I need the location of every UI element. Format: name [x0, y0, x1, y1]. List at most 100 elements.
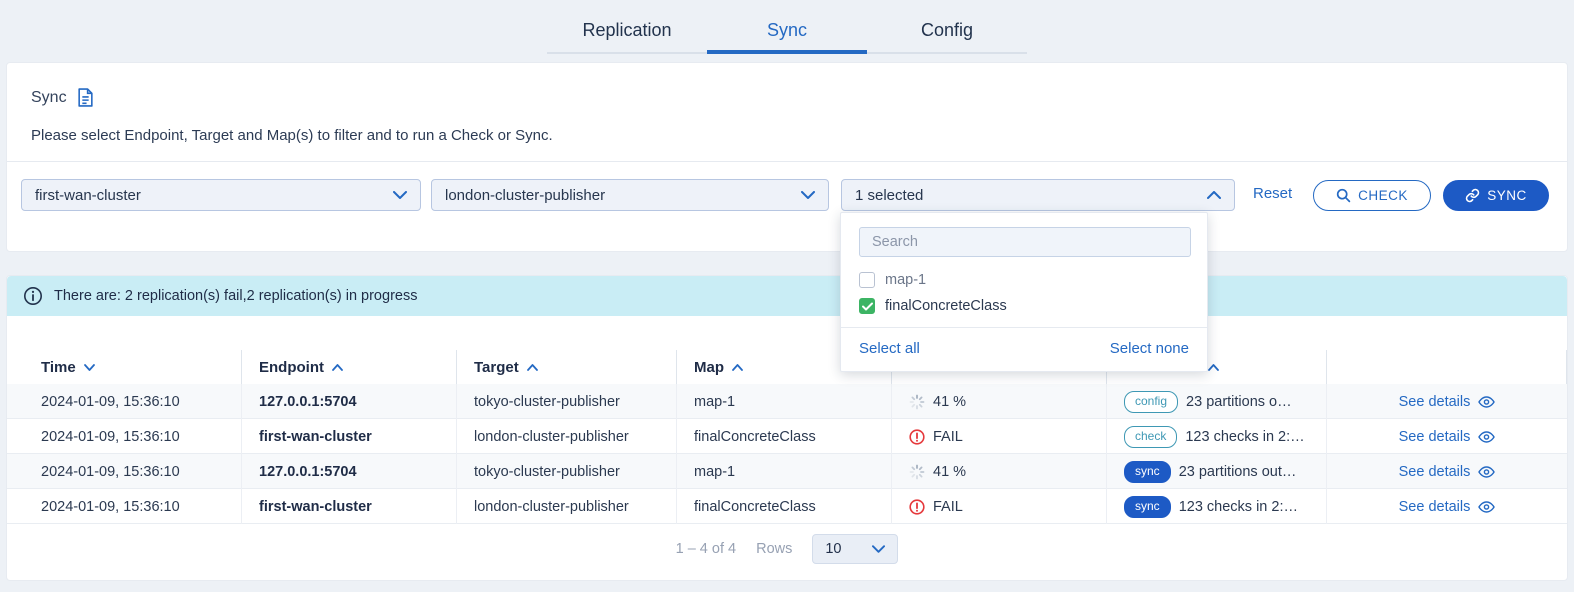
map-value: map-1: [694, 464, 735, 480]
header-target[interactable]: Target: [456, 350, 676, 384]
target-select[interactable]: london-cluster-publisher: [431, 179, 829, 211]
tab-replication[interactable]: Replication: [547, 10, 707, 54]
result-message: 123 checks in 2:…: [1185, 429, 1304, 445]
cell-details: See details: [1326, 489, 1567, 524]
cell-map: map-1: [676, 454, 891, 489]
status-badge: sync: [1124, 461, 1171, 483]
eye-icon: [1478, 466, 1495, 478]
cell-endpoint: first-wan-cluster: [241, 489, 456, 524]
cell-result: sync 23 partitions out…: [1106, 454, 1326, 489]
cell-endpoint: 127.0.0.1:5704: [241, 454, 456, 489]
select-none-button[interactable]: Select none: [1110, 340, 1189, 357]
cell-endpoint: 127.0.0.1:5704: [241, 384, 456, 419]
eye-icon: [1478, 396, 1495, 408]
header-endpoint-label: Endpoint: [259, 359, 324, 376]
reset-button[interactable]: Reset: [1253, 185, 1292, 202]
pagination: 1 – 4 of 4 Rows 10: [7, 532, 1567, 566]
tab-sync[interactable]: Sync: [707, 10, 867, 54]
status-value: 41 %: [933, 464, 966, 480]
time-value: 2024-01-09, 15:36:10: [41, 394, 180, 410]
check-button[interactable]: CHECK: [1313, 180, 1431, 211]
cell-result: check 123 checks in 2:…: [1106, 419, 1326, 454]
header-time-label: Time: [41, 359, 76, 376]
cell-status: 41 %: [891, 454, 1106, 489]
cell-time: 2024-01-09, 15:36:10: [7, 384, 241, 419]
cell-map: finalConcreteClass: [676, 489, 891, 524]
cell-details: See details: [1326, 384, 1567, 419]
cell-details: See details: [1326, 419, 1567, 454]
status-value: FAIL: [933, 499, 963, 515]
fail-icon: [909, 429, 925, 445]
see-details-link[interactable]: See details: [1399, 429, 1496, 445]
time-value: 2024-01-09, 15:36:10: [41, 499, 180, 515]
status-badge: check: [1124, 426, 1177, 448]
status-badge: config: [1124, 391, 1178, 413]
select-all-button[interactable]: Select all: [859, 340, 920, 357]
see-details-link[interactable]: See details: [1399, 464, 1496, 480]
sort-asc-icon: [527, 364, 538, 371]
endpoint-select[interactable]: first-wan-cluster: [21, 179, 421, 211]
cell-target: tokyo-cluster-publisher: [456, 454, 676, 489]
map-popup-footer: Select all Select none: [841, 327, 1207, 371]
map-option-finalconcreteclass[interactable]: finalConcreteClass: [841, 293, 1207, 319]
divider: [7, 161, 1567, 162]
panel-title: Sync: [31, 89, 67, 107]
result-message: 23 partitions o…: [1186, 394, 1292, 410]
result-message: 23 partitions out…: [1179, 464, 1297, 480]
cell-status: FAIL: [891, 419, 1106, 454]
rows-per-page-value: 10: [825, 541, 841, 557]
see-details-label: See details: [1399, 499, 1471, 515]
table-row: 2024-01-09, 15:36:10 first-wan-cluster l…: [7, 419, 1567, 454]
sync-button[interactable]: SYNC: [1443, 180, 1549, 211]
panel-title-row: Sync: [31, 88, 94, 107]
see-details-link[interactable]: See details: [1399, 394, 1496, 410]
table-row: 2024-01-09, 15:36:10 first-wan-cluster l…: [7, 489, 1567, 524]
map-option-map-1[interactable]: map-1: [841, 267, 1207, 293]
info-banner: There are: 2 replication(s) fail,2 repli…: [7, 276, 1567, 316]
target-value: london-cluster-publisher: [474, 499, 629, 515]
time-value: 2024-01-09, 15:36:10: [41, 429, 180, 445]
cell-result: config 23 partitions o…: [1106, 384, 1326, 419]
info-icon: [23, 286, 43, 306]
header-endpoint[interactable]: Endpoint: [241, 350, 456, 384]
sync-button-label: SYNC: [1487, 188, 1527, 203]
target-value: london-cluster-publisher: [474, 429, 629, 445]
sort-asc-icon: [332, 364, 343, 371]
header-map-label: Map: [694, 359, 724, 376]
rows-per-page-select[interactable]: 10: [812, 534, 898, 564]
map-value: map-1: [694, 394, 735, 410]
fail-icon: [909, 499, 925, 515]
map-search-input[interactable]: [859, 227, 1191, 257]
map-option-label: finalConcreteClass: [885, 298, 1007, 314]
cell-map: finalConcreteClass: [676, 419, 891, 454]
result-message: 123 checks in 2:…: [1179, 499, 1298, 515]
sync-filter-panel: Sync Please select Endpoint, Target and …: [6, 62, 1568, 252]
cell-time: 2024-01-09, 15:36:10: [7, 489, 241, 524]
header-target-label: Target: [474, 359, 519, 376]
chevron-down-icon: [872, 545, 885, 553]
see-details-link[interactable]: See details: [1399, 499, 1496, 515]
endpoint-value: 127.0.0.1:5704: [259, 394, 357, 410]
table-row: 2024-01-09, 15:36:10 127.0.0.1:5704 toky…: [7, 454, 1567, 489]
rows-per-page-label: Rows: [756, 541, 792, 557]
pagination-range: 1 – 4 of 4: [676, 541, 736, 557]
document-icon[interactable]: [77, 88, 94, 107]
cell-time: 2024-01-09, 15:36:10: [7, 454, 241, 489]
search-icon: [1336, 188, 1351, 203]
cell-target: london-cluster-publisher: [456, 489, 676, 524]
eye-icon: [1478, 431, 1495, 443]
sort-asc-icon: [732, 364, 743, 371]
tab-config[interactable]: Config: [867, 10, 1027, 54]
cell-result: sync 123 checks in 2:…: [1106, 489, 1326, 524]
sort-asc-icon: [1208, 364, 1219, 371]
cell-map: map-1: [676, 384, 891, 419]
header-time[interactable]: Time: [7, 350, 241, 384]
map-select[interactable]: 1 selected: [841, 179, 1235, 211]
checkbox-unchecked[interactable]: [859, 272, 875, 288]
chevron-down-icon: [393, 191, 407, 199]
checkbox-checked[interactable]: [859, 298, 875, 314]
spinner-icon: [909, 464, 925, 480]
sort-desc-icon: [84, 364, 95, 371]
table-body: 2024-01-09, 15:36:10 127.0.0.1:5704 toky…: [7, 384, 1567, 524]
map-select-popup: map-1 finalConcreteClass Select all Sele…: [840, 212, 1208, 372]
